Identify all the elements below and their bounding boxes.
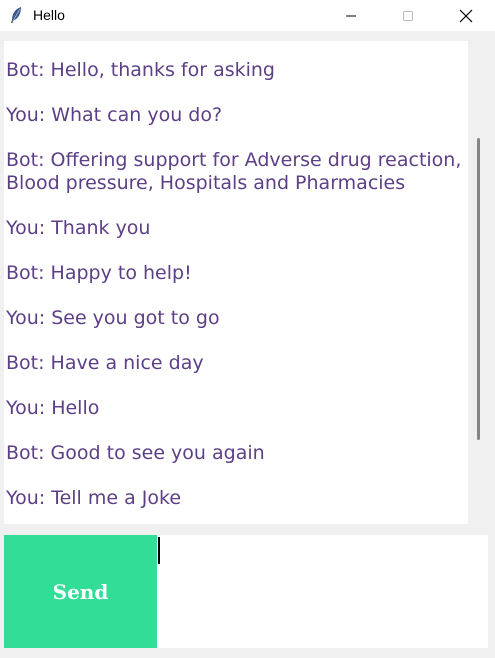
chat-message: You: Hello	[6, 397, 100, 419]
feather-icon	[9, 6, 23, 24]
chat-message: Bot: Good to see you again	[6, 442, 265, 464]
chat-message: You: Thank you	[6, 217, 151, 239]
chat-message: Bot: Have a nice day	[6, 352, 204, 374]
app-window: Hello Bot: Hello, thanks for asking You:…	[0, 0, 495, 658]
message-input[interactable]	[157, 535, 488, 648]
chat-message: Bot: Happy to help!	[6, 262, 192, 284]
maximize-icon	[403, 10, 413, 21]
text-caret	[158, 537, 160, 564]
scrollbar-thumb[interactable]	[477, 138, 480, 440]
chat-message: You: See you got to go	[6, 307, 220, 329]
title-bar: Hello	[0, 0, 495, 31]
chat-scrollbar[interactable]	[468, 41, 489, 524]
chat-message: You: What can you do?	[6, 104, 223, 126]
chat-message: Bot: Offering support for Adverse drug r…	[6, 149, 462, 194]
close-icon	[459, 9, 473, 22]
send-button[interactable]: Send	[4, 535, 157, 648]
close-button[interactable]	[443, 0, 489, 31]
window-title: Hello	[33, 7, 65, 23]
chat-log[interactable]: Bot: Hello, thanks for asking You: What …	[4, 41, 468, 524]
minimize-button[interactable]	[328, 0, 374, 31]
minimize-icon	[346, 15, 356, 16]
chat-message: You: Tell me a Joke	[6, 487, 182, 509]
chat-messages: Bot: Hello, thanks for asking You: What …	[6, 59, 466, 524]
chat-message: Bot: Hello, thanks for asking	[6, 59, 275, 81]
maximize-button[interactable]	[385, 0, 431, 31]
